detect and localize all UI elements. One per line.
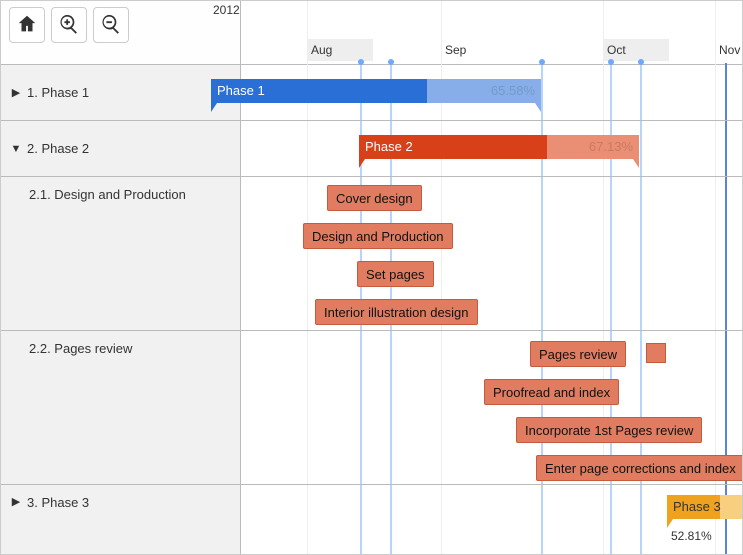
zoom-in-button[interactable] bbox=[51, 7, 87, 43]
tree-panel: ▶ 1. Phase 1 ▼ 2. Phase 2 2.1. Design an… bbox=[1, 1, 241, 554]
tree-label: 2. Phase 2 bbox=[27, 141, 89, 156]
tree-row-phase2[interactable]: ▼ 2. Phase 2 bbox=[1, 121, 240, 177]
month-label: Oct bbox=[607, 43, 626, 57]
home-button[interactable] bbox=[9, 7, 45, 43]
task-bar[interactable]: Cover design bbox=[327, 185, 422, 211]
task-bar[interactable]: Enter page corrections and index bbox=[536, 455, 743, 481]
chart-panel[interactable]: 2012 Aug Sep Oct Nov bbox=[241, 1, 742, 554]
month-label: Nov bbox=[719, 43, 740, 57]
task-bar[interactable]: Proofread and index bbox=[484, 379, 619, 405]
summary-bar-phase2[interactable]: Phase 2 67.13% bbox=[359, 135, 639, 159]
month-label: Aug bbox=[311, 43, 332, 57]
tree-row-pages[interactable]: 2.2. Pages review bbox=[1, 331, 240, 485]
summary-label: Phase 3 bbox=[673, 495, 721, 519]
task-bar[interactable]: Incorporate 1st Pages review bbox=[516, 417, 702, 443]
month-label: Sep bbox=[445, 43, 466, 57]
zoom-out-button[interactable] bbox=[93, 7, 129, 43]
zoom-out-icon bbox=[100, 13, 122, 38]
home-icon bbox=[16, 13, 38, 38]
summary-label: Phase 1 bbox=[217, 79, 265, 103]
task-bar[interactable]: Set pages bbox=[357, 261, 434, 287]
caret-right-icon: ▶ bbox=[9, 495, 23, 508]
summary-bar-phase3[interactable]: Phase 3 bbox=[667, 495, 743, 519]
milestone[interactable] bbox=[646, 343, 666, 363]
time-header: 2012 Aug Sep Oct Nov bbox=[241, 1, 742, 65]
toolbar bbox=[9, 7, 129, 43]
task-bar[interactable]: Pages review bbox=[530, 341, 626, 367]
summary-pct: 65.58% bbox=[491, 79, 535, 103]
tree-row-phase3[interactable]: ▶ 3. Phase 3 bbox=[1, 485, 240, 555]
summary-pct: 52.81% bbox=[671, 529, 712, 543]
tree-label: 2.1. Design and Production bbox=[29, 187, 186, 202]
summary-label: Phase 2 bbox=[365, 135, 413, 159]
summary-bar-phase1[interactable]: Phase 1 65.58% bbox=[211, 79, 541, 103]
task-bar[interactable]: Design and Production bbox=[303, 223, 453, 249]
caret-down-icon: ▼ bbox=[9, 143, 23, 155]
tree-row-phase1[interactable]: ▶ 1. Phase 1 bbox=[1, 65, 240, 121]
zoom-in-icon bbox=[58, 13, 80, 38]
tree-label: 3. Phase 3 bbox=[27, 495, 89, 510]
task-bar[interactable]: Interior illustration design bbox=[315, 299, 478, 325]
year-label: 2012 bbox=[213, 3, 240, 17]
summary-pct: 67.13% bbox=[589, 135, 633, 159]
caret-right-icon: ▶ bbox=[9, 86, 23, 99]
gantt-widget: ▶ 1. Phase 1 ▼ 2. Phase 2 2.1. Design an… bbox=[0, 0, 743, 555]
tree-row-design[interactable]: 2.1. Design and Production bbox=[1, 177, 240, 331]
tree-label: 1. Phase 1 bbox=[27, 85, 89, 100]
tree-label: 2.2. Pages review bbox=[29, 341, 132, 356]
